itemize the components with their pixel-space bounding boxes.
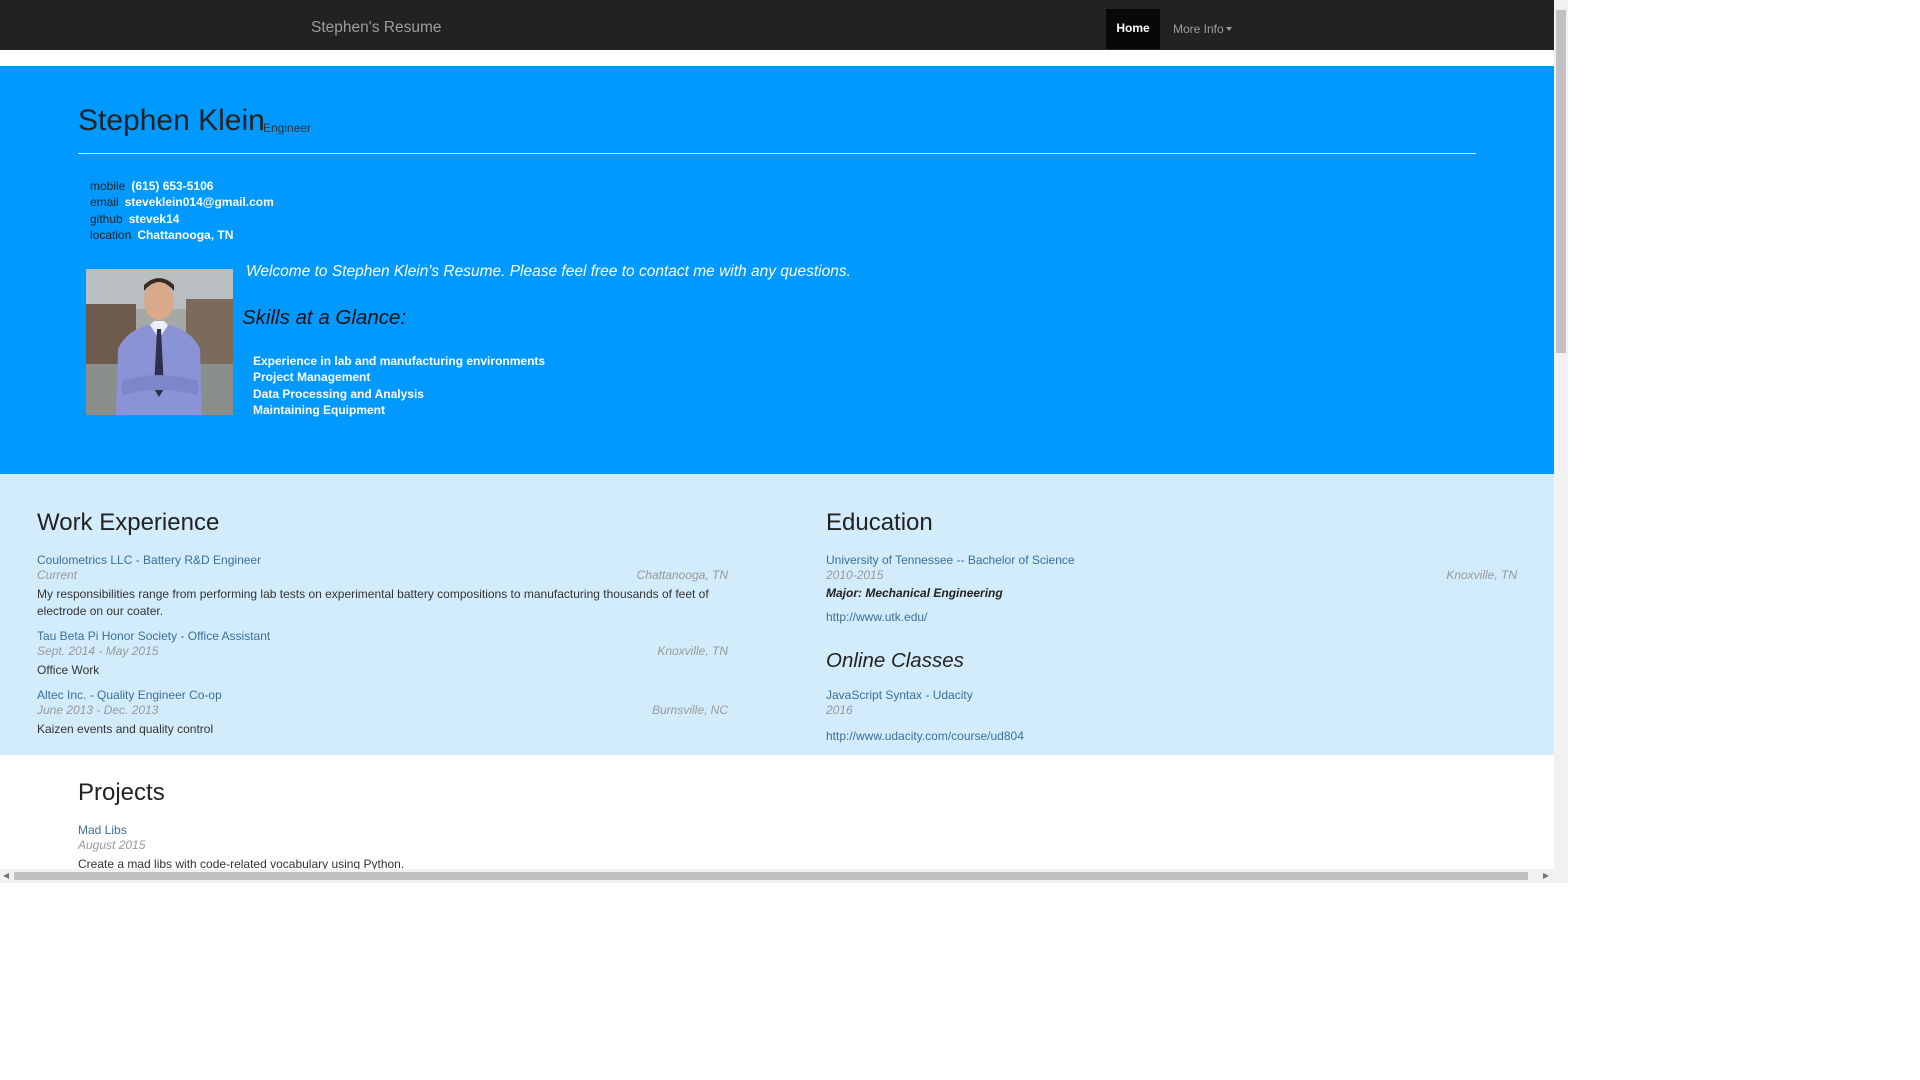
job-description: Kaizen events and quality control [37,722,214,736]
project-title-link[interactable]: Mad Libs [78,823,127,837]
skills-heading: Skills at a Glance: [242,306,407,329]
contact-value[interactable]: steveklein014@gmail.com [125,195,274,209]
job-title-link[interactable]: Altec Inc. - Quality Engineer Co-op [37,688,222,702]
navbar-brand[interactable]: Stephen's Resume [311,19,441,37]
contact-value[interactable]: stevek14 [129,212,180,226]
online-class-link[interactable]: JavaScript Syntax - Udacity [826,688,973,702]
school-link[interactable]: University of Tennessee -- Bachelor of S… [826,553,1075,567]
job-location: Chattanooga, TN [636,568,728,582]
project-date: August 2015 [78,838,146,852]
contact-label: mobile [90,179,126,193]
projects-heading: Projects [78,779,165,806]
skill-item: Project Management [253,370,371,384]
contact-label: email [90,195,119,209]
work-heading: Work Experience [37,509,220,536]
horizontal-scroll-thumb[interactable] [14,872,1528,880]
vertical-scroll-thumb[interactable] [1556,10,1566,353]
school-location: Knoxville, TN [1446,568,1517,582]
resume-header: Stephen Klein Engineer mobile (615) 653-5… [0,66,1554,474]
experience-education-section: Work Experience Coulometrics LLC - Batte… [0,474,1554,755]
online-classes-heading: Online Classes [826,649,964,672]
contact-email: email steveklein014@gmail.com [90,195,274,209]
contact-github: github stevek14 [90,212,179,226]
job-dates: Sept. 2014 - May 2015 [37,644,159,658]
skill-item: Maintaining Equipment [253,403,385,417]
job-description: Office Work [37,663,100,677]
job-dates: June 2013 - Dec. 2013 [37,703,159,717]
scroll-left-arrow-icon[interactable]: ◀ [3,871,9,880]
job-title-link[interactable]: Tau Beta Pi Honor Society - Office Assis… [37,629,270,643]
job-title-link[interactable]: Coulometrics LLC - Battery R&D Engineer [37,553,261,567]
contact-value[interactable]: (615) 653-5106 [131,179,213,193]
job-description: My responsibilities range from performin… [37,587,709,618]
online-class-date: 2016 [826,703,853,717]
welcome-message: Welcome to Stephen Klein's Resume. Pleas… [246,263,851,280]
online-class-url-link[interactable]: http://www.udacity.com/course/ud804 [826,729,1024,743]
school-url-link[interactable]: http://www.utk.edu/ [826,610,927,624]
job-dates: Current [37,568,78,582]
job-location: Knoxville, TN [657,644,728,658]
nav-home-link[interactable]: Home [1106,9,1160,49]
vertical-scrollbar[interactable] [1554,0,1568,883]
header-role: Engineer [263,121,312,135]
header-divider [78,153,1476,154]
education-heading: Education [826,509,933,536]
skill-item: Data Processing and Analysis [253,387,424,401]
contact-value: Chattanooga, TN [137,228,234,242]
profile-photo [86,269,233,415]
horizontal-scrollbar[interactable]: ◀ ▶ [0,869,1554,883]
contact-label: github [90,212,123,226]
header-name: Stephen Klein [78,104,265,137]
school-dates: 2010-2015 [826,568,884,582]
contact-label: location [90,228,132,242]
job-location: Burnsville, NC [651,703,728,717]
school-major: Major: Mechanical Engineering [826,586,1003,600]
scroll-right-arrow-icon[interactable]: ▶ [1543,871,1549,880]
nav-more-info-label: More Info [1173,22,1224,36]
caret-down-icon [1225,26,1232,31]
navbar: Stephen's Resume Home More Info [0,0,1554,50]
nav-more-info-dropdown[interactable]: More Info [1173,22,1232,36]
skill-item: Experience in lab and manufacturing envi… [253,354,546,368]
contact-mobile: mobile (615) 653-5106 [90,179,213,193]
contact-location: location Chattanooga, TN [90,228,233,242]
